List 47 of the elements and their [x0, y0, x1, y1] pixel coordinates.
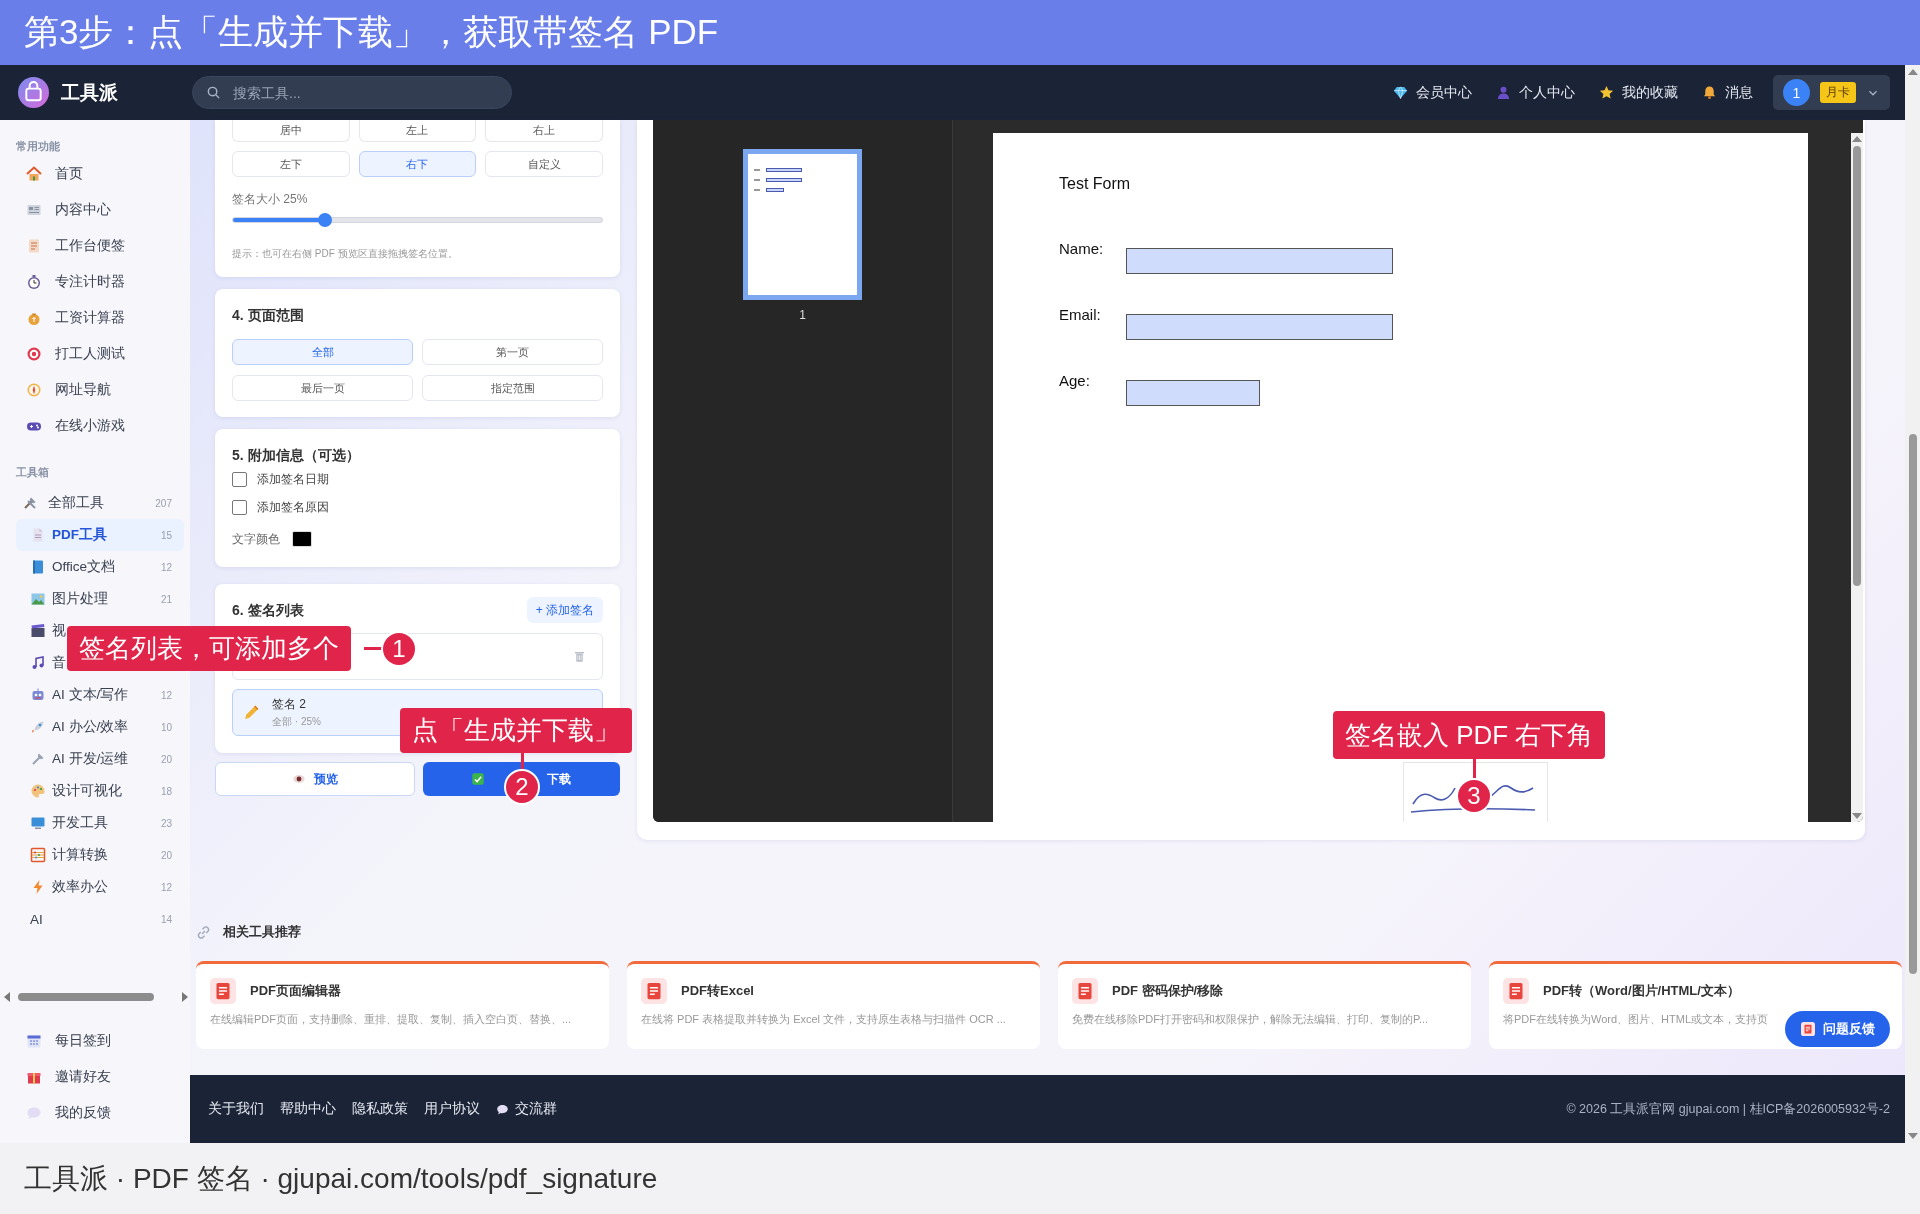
tool-title: PDF转Excel	[681, 982, 754, 1000]
tool-title: PDF页面编辑器	[250, 982, 341, 1000]
item-count: 15	[160, 529, 172, 541]
callout-tooltip: 签名列表，可添加多个	[67, 626, 351, 671]
avatar: 1	[1783, 79, 1810, 106]
field-label: Email:	[1059, 306, 1102, 323]
tool-description: 在线将 PDF 表格提取并转换为 Excel 文件，支持原生表格与扫描件 OCR ...	[641, 1012, 1007, 1027]
form-title: Test Form	[1059, 175, 1132, 194]
item-count: 18	[160, 785, 172, 797]
item-count: 20	[160, 849, 172, 861]
callout-tooltip: 签名嵌入 PDF 右下角	[1333, 711, 1606, 759]
page-number: 1	[799, 308, 806, 322]
tool-description: 在线编辑PDF页面，支持删除、重排、提取、复制、插入空白页、替换、...	[210, 1012, 573, 1027]
hint-text: 提示：也可在右侧 PDF 预览区直接拖拽签名位置。	[232, 247, 459, 261]
tool-title: PDF 密码保护/移除	[1112, 982, 1224, 1000]
item-count: 14	[160, 913, 172, 925]
item-count: 20	[160, 753, 172, 765]
section-title: 工具箱	[15, 465, 50, 480]
item-count: 10	[160, 721, 172, 733]
section-title: 相关工具推荐	[223, 923, 301, 941]
section-title: 常用功能	[15, 139, 61, 154]
card-title: 5. 附加信息（可选）	[232, 446, 361, 465]
text-color-label: 文字颜色	[232, 530, 280, 548]
callout-tooltip: 点「生成并下载」	[400, 708, 632, 753]
item-count: 12	[160, 881, 172, 893]
field-label: Name:	[1059, 240, 1105, 257]
card-title: 4. 页面范围	[232, 306, 305, 325]
brand-name: 工具派	[61, 80, 118, 105]
tool-description: 免费在线移除PDF打开密码和权限保护，解除无法编辑、打印、复制的P...	[1072, 1012, 1430, 1027]
copyright-text: © 2026 工具派官网 gjupai.com | 桂ICP备2026005932号-2	[1566, 1100, 1890, 1118]
item-count: 12	[160, 561, 172, 573]
banner-title: 第3步：点「生成并下载」，获取带签名 PDF	[0, 0, 1920, 65]
signature-name: 签名 2	[272, 696, 306, 713]
caption-text: 工具派 · PDF 签名 · gjupai.com/tools/pdf_signature	[0, 1143, 1920, 1214]
item-count: 207	[155, 497, 172, 509]
item-count: 23	[160, 817, 172, 829]
tool-title: PDF转（Word/图片/HTML/文本）	[1543, 982, 1740, 1000]
card-title: 6. 签名列表	[232, 601, 304, 620]
item-count: 12	[160, 689, 172, 701]
plan-badge: 月卡	[1820, 82, 1856, 103]
size-label: 签名大小 25%	[232, 191, 309, 207]
checkbox-label: 添加签名原因	[257, 498, 329, 516]
item-count: 21	[160, 593, 172, 605]
field-label: Age:	[1059, 372, 1091, 389]
tool-description: 将PDF在线转换为Word、图片、HTML或文本，支持页	[1503, 1012, 1770, 1027]
signature-meta: 全部 · 25%	[272, 715, 321, 729]
checkbox-label: 添加签名日期	[257, 470, 329, 488]
